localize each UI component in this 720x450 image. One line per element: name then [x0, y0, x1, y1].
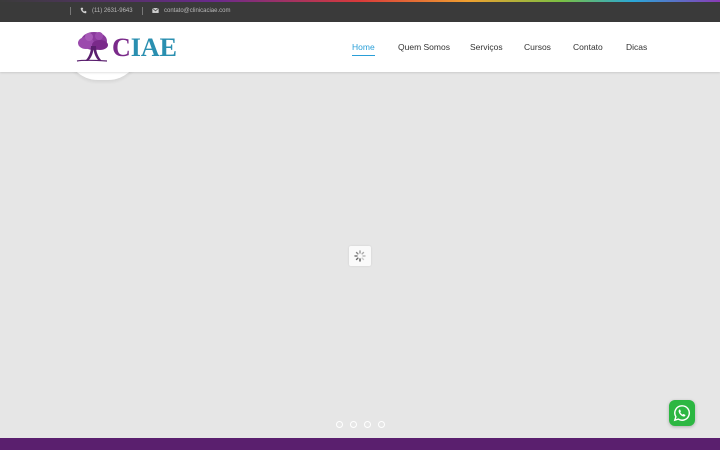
- nav-home[interactable]: Home: [352, 42, 375, 56]
- phone-icon: [80, 7, 87, 14]
- topbar-phone[interactable]: (11) 2631-9643: [80, 7, 133, 14]
- site-logo[interactable]: CIAE: [74, 30, 184, 66]
- nav-quem-somos[interactable]: Quem Somos: [398, 42, 450, 52]
- nav-contato[interactable]: Contato: [573, 42, 603, 52]
- topbar-divider: [70, 7, 71, 15]
- slider-pagination: [336, 421, 385, 428]
- nav-cursos[interactable]: Cursos: [524, 42, 551, 52]
- spinner-icon: [354, 250, 366, 262]
- envelope-icon: [152, 7, 159, 13]
- top-contact-bar: (11) 2631-9643 contato@clinicaciae.com: [0, 2, 720, 22]
- topbar-email[interactable]: contato@clinicaciae.com: [152, 7, 230, 14]
- topbar-divider: [142, 7, 143, 15]
- logo-wordmark: CIAE: [112, 33, 178, 62]
- whatsapp-button[interactable]: [669, 400, 695, 426]
- tree-icon: [76, 32, 108, 62]
- nav-dicas[interactable]: Dicas: [626, 42, 647, 52]
- footer-strip: [0, 438, 720, 450]
- slider-dot-3[interactable]: [364, 421, 371, 428]
- nav-servicos[interactable]: Serviços: [470, 42, 503, 52]
- slider-dot-4[interactable]: [378, 421, 385, 428]
- slider-dot-1[interactable]: [336, 421, 343, 428]
- slider-loader: [349, 246, 371, 266]
- phone-number: (11) 2631-9643: [92, 7, 133, 14]
- email-address: contato@clinicaciae.com: [164, 7, 231, 14]
- whatsapp-icon: [673, 405, 691, 422]
- slider-dot-2[interactable]: [350, 421, 357, 428]
